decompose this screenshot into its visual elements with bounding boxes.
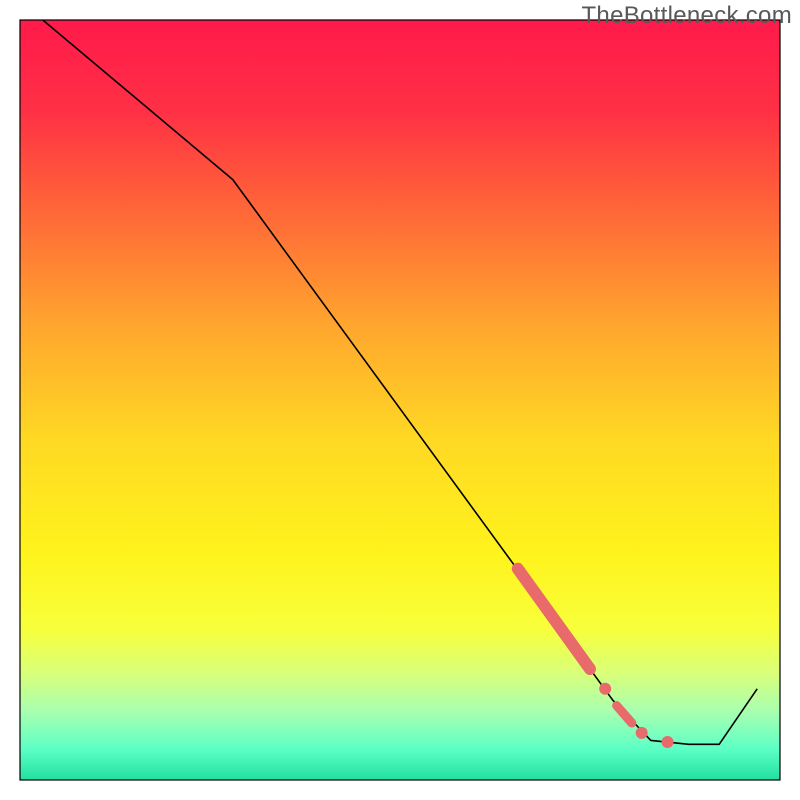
chart-background [20, 20, 780, 780]
dot-b [636, 727, 648, 739]
watermark-text: TheBottleneck.com [581, 2, 792, 30]
bottleneck-chart [0, 0, 800, 800]
dot-c [662, 736, 674, 748]
chart-container: TheBottleneck.com [0, 0, 800, 800]
dot-a [599, 683, 611, 695]
